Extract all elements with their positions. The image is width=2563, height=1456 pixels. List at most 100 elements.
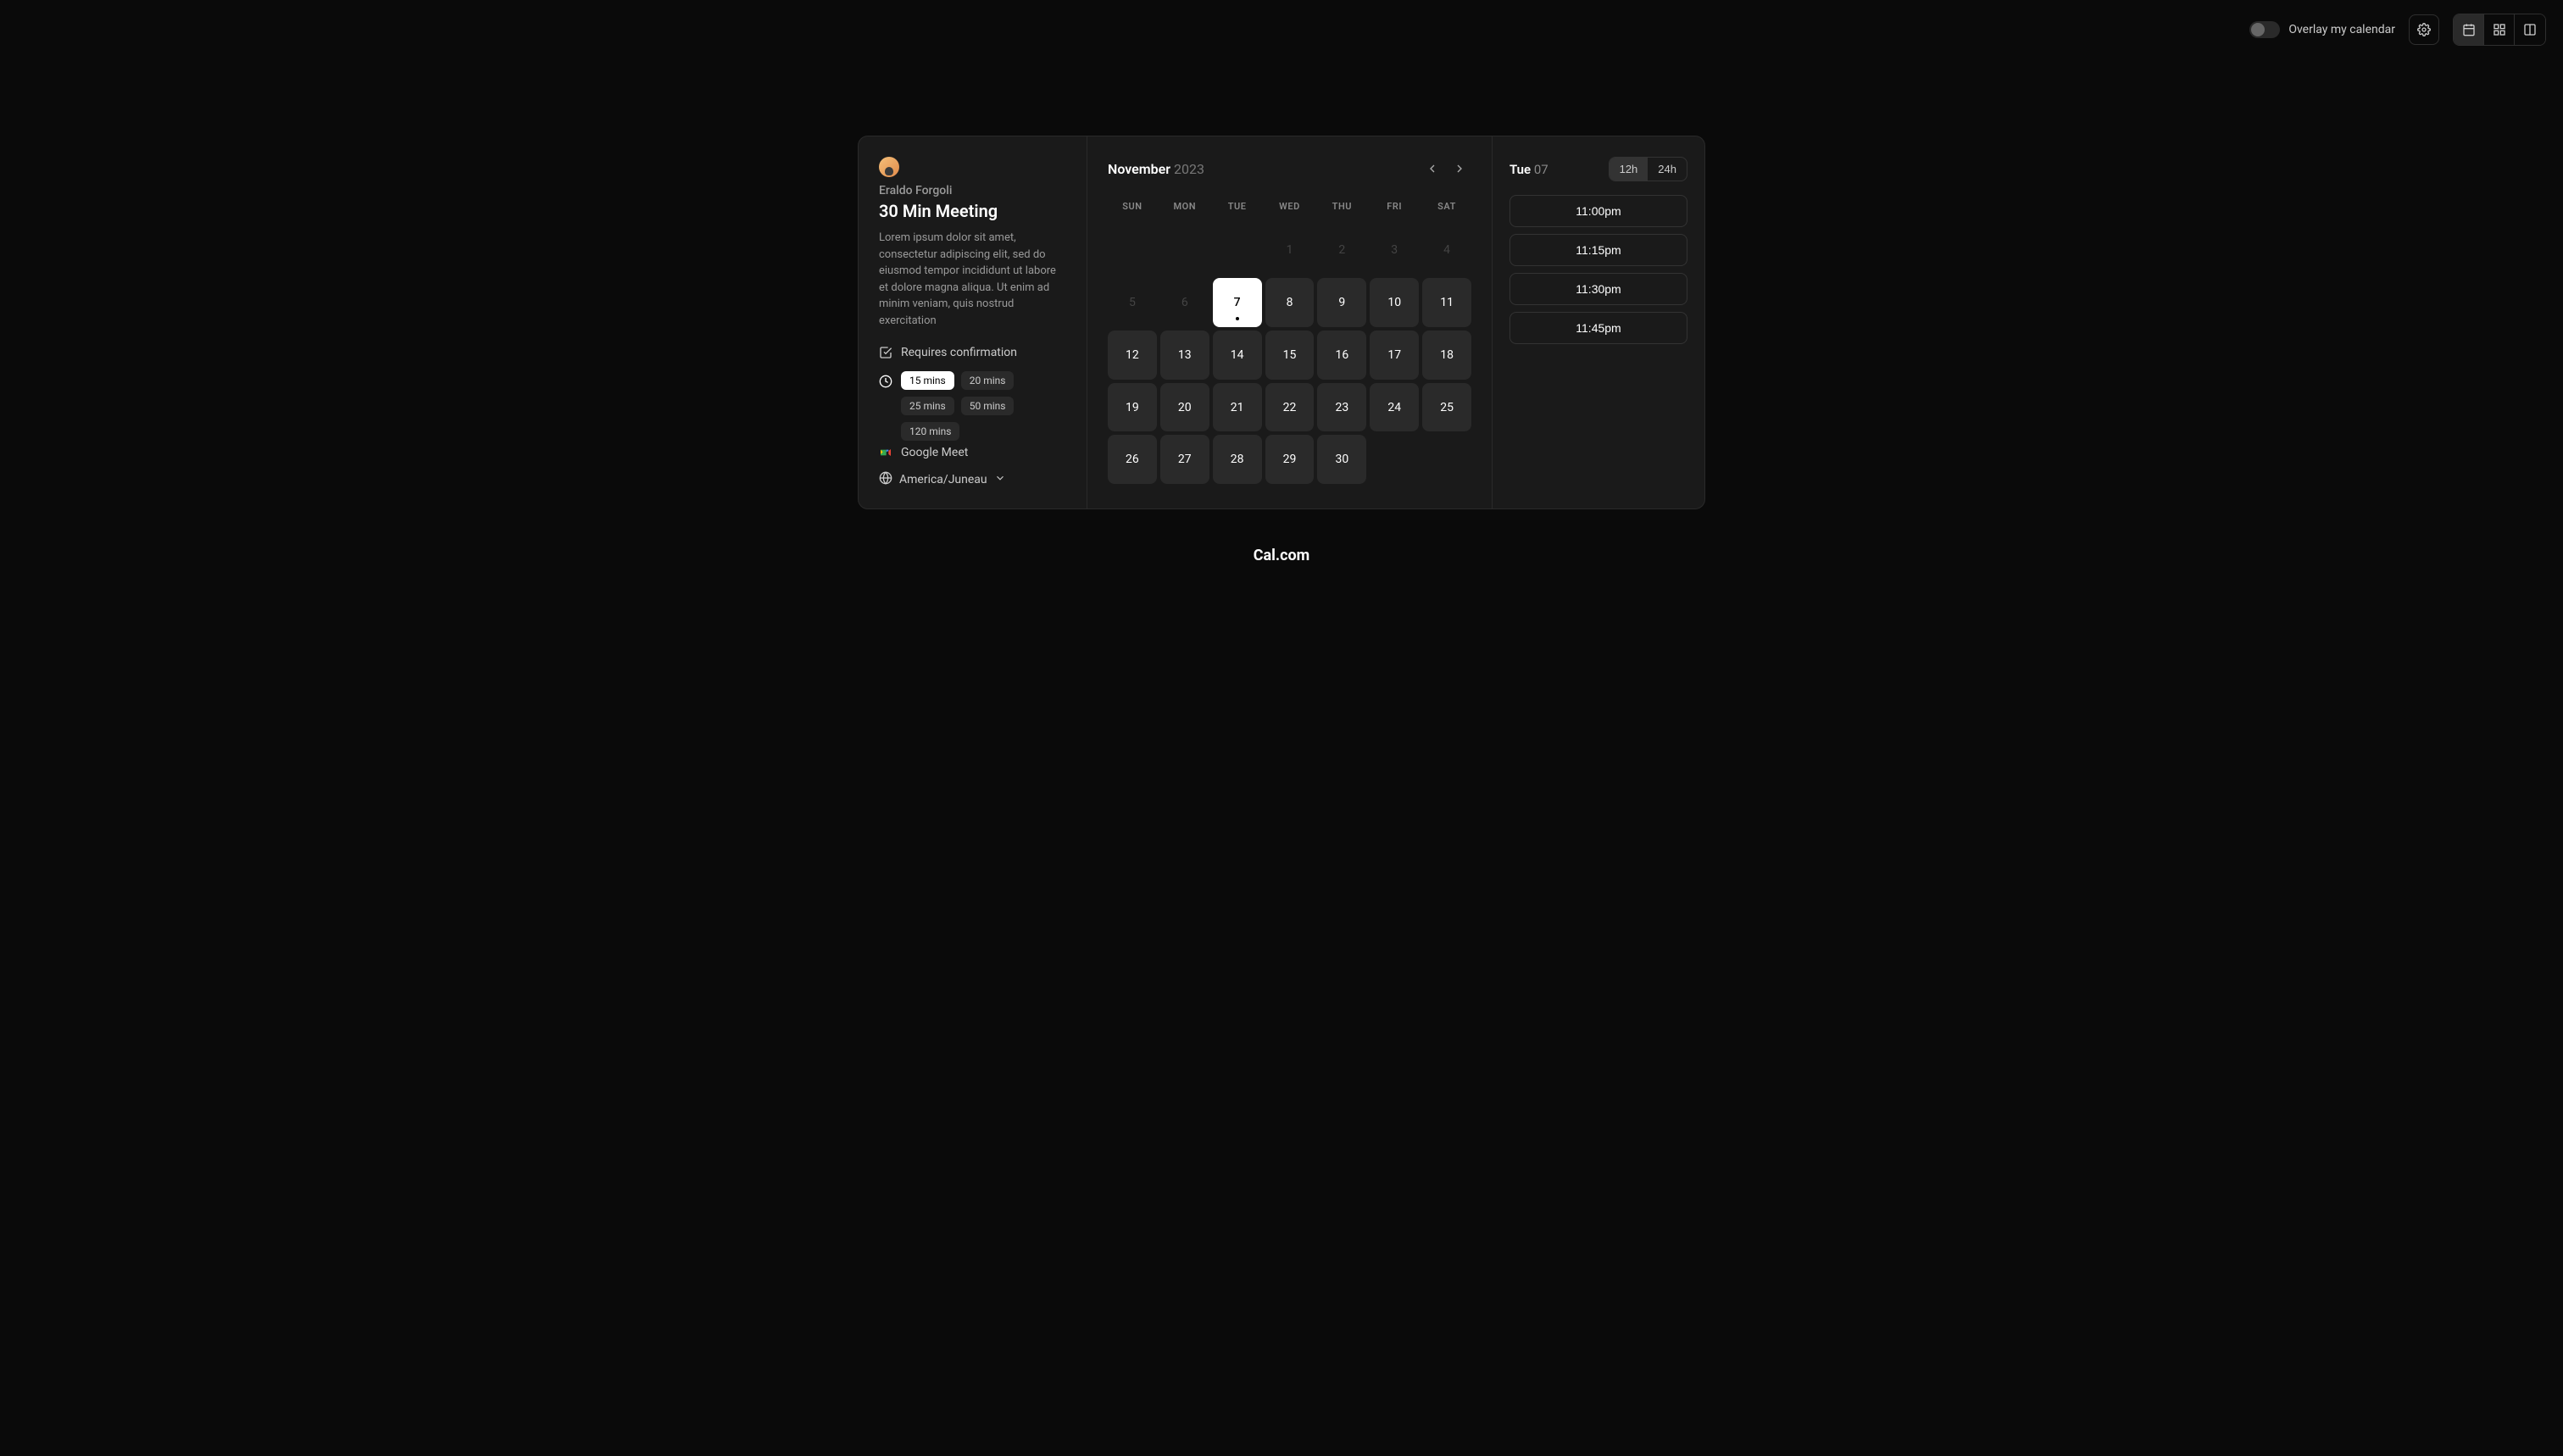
calendar-empty-cell (1213, 225, 1262, 275)
calendar-grid: SUNMONTUEWEDTHUFRISAT1234567891011121314… (1108, 194, 1471, 484)
calendar-empty-cell (1108, 225, 1157, 275)
calendar-day: 6 (1160, 278, 1209, 327)
calendar-day[interactable]: 10 (1370, 278, 1419, 327)
calendar-day[interactable]: 29 (1265, 435, 1315, 484)
meeting-info-pane: Eraldo Forgoli 30 Min Meeting Lorem ipsu… (859, 136, 1087, 508)
location-label: Google Meet (901, 446, 968, 459)
calendar-day[interactable]: 30 (1317, 435, 1366, 484)
day-of-week-header: WED (1265, 194, 1315, 222)
calendar-month: November (1108, 161, 1170, 177)
calendar-day[interactable]: 27 (1160, 435, 1209, 484)
selected-day-number: 07 (1534, 162, 1548, 177)
selected-day-name: Tue (1509, 162, 1531, 177)
clock-icon (879, 375, 892, 392)
calendar-day: 2 (1317, 225, 1366, 275)
calendar-day[interactable]: 26 (1108, 435, 1157, 484)
chevron-left-icon (1426, 162, 1439, 175)
columns-icon (2523, 23, 2537, 36)
duration-option[interactable]: 25 mins (901, 397, 954, 415)
duration-option[interactable]: 50 mins (961, 397, 1015, 415)
timezone-selector[interactable]: America/Juneau (879, 471, 1066, 488)
calendar-day[interactable]: 9 (1317, 278, 1366, 327)
calendar-day[interactable]: 17 (1370, 331, 1419, 380)
brand-logo: Cal.com (20, 547, 2543, 564)
day-of-week-header: MON (1160, 194, 1209, 222)
time-format-option[interactable]: 12h (1610, 158, 1648, 181)
day-of-week-header: SAT (1422, 194, 1471, 222)
requires-confirmation-label: Requires confirmation (901, 346, 1017, 359)
check-square-icon (879, 346, 892, 359)
google-meet-icon (879, 446, 892, 459)
calendar-empty-cell (1160, 225, 1209, 275)
calendar-day[interactable]: 12 (1108, 331, 1157, 380)
timeslot-option[interactable]: 11:15pm (1509, 234, 1687, 266)
requires-confirmation-row: Requires confirmation (879, 346, 1066, 359)
calendar-day: 4 (1422, 225, 1471, 275)
time-format-toggle: 12h24h (1609, 157, 1687, 181)
next-month-button[interactable] (1448, 157, 1471, 181)
gear-icon (2417, 23, 2431, 36)
view-calendar-button[interactable] (2454, 14, 2484, 45)
calendar-title: November 2023 (1108, 161, 1204, 177)
calendar-day[interactable]: 25 (1422, 383, 1471, 432)
view-switcher (2453, 14, 2546, 46)
calendar-day: 5 (1108, 278, 1157, 327)
calendar-day[interactable]: 22 (1265, 383, 1315, 432)
calendar-day[interactable]: 14 (1213, 331, 1262, 380)
timeslot-option[interactable]: 11:45pm (1509, 312, 1687, 344)
overlay-calendar-group: Overlay my calendar (2249, 21, 2395, 38)
timeslot-list: 11:00pm 11:15pm 11:30pm 11:45pm (1509, 195, 1687, 344)
calendar-day[interactable]: 11 (1422, 278, 1471, 327)
timeslot-option[interactable]: 11:30pm (1509, 273, 1687, 305)
day-of-week-header: SUN (1108, 194, 1157, 222)
calendar-icon (2462, 23, 2476, 36)
duration-options: 15 mins 20 mins 25 mins 50 mins120 mins (901, 371, 1066, 441)
day-of-week-header: THU (1317, 194, 1366, 222)
calendar-day[interactable]: 20 (1160, 383, 1209, 432)
settings-button[interactable] (2409, 14, 2439, 45)
meeting-description: Lorem ipsum dolor sit amet, consectetur … (879, 230, 1066, 329)
calendar-day[interactable]: 15 (1265, 331, 1315, 380)
main-content: Eraldo Forgoli 30 Min Meeting Lorem ipsu… (0, 59, 2563, 526)
overlay-calendar-toggle[interactable] (2249, 21, 2280, 38)
overlay-calendar-label: Overlay my calendar (2288, 23, 2395, 36)
calendar-header: November 2023 (1108, 157, 1471, 181)
calendar-day[interactable]: 16 (1317, 331, 1366, 380)
chevron-down-icon (994, 472, 1006, 487)
calendar-day[interactable]: 8 (1265, 278, 1315, 327)
calendar-nav (1420, 157, 1471, 181)
time-format-option[interactable]: 24h (1648, 158, 1687, 181)
calendar-day[interactable]: 7 (1213, 278, 1262, 327)
timeslot-option[interactable]: 11:00pm (1509, 195, 1687, 227)
timeslot-pane: Tue 07 12h24h 11:00pm 11:15pm 11:30pm 11:45… (1493, 136, 1704, 508)
footer: Cal.com (0, 526, 2563, 585)
view-grid-button[interactable] (2484, 14, 2515, 45)
view-columns-button[interactable] (2515, 14, 2545, 45)
calendar-day: 3 (1370, 225, 1419, 275)
calendar-day[interactable]: 13 (1160, 331, 1209, 380)
prev-month-button[interactable] (1420, 157, 1444, 181)
location-row: Google Meet (879, 446, 1066, 459)
booking-card: Eraldo Forgoli 30 Min Meeting Lorem ipsu… (858, 136, 1705, 509)
calendar-year: 2023 (1174, 161, 1204, 177)
calendar-day[interactable]: 19 (1108, 383, 1157, 432)
host-avatar (879, 157, 899, 177)
calendar-day[interactable]: 24 (1370, 383, 1419, 432)
calendar-day[interactable]: 18 (1422, 331, 1471, 380)
chevron-right-icon (1453, 162, 1466, 175)
day-of-week-header: FRI (1370, 194, 1419, 222)
grid-icon (2493, 23, 2506, 36)
duration-row: 15 mins 20 mins 25 mins 50 mins120 mins (879, 371, 1066, 441)
calendar-day[interactable]: 23 (1317, 383, 1366, 432)
meeting-title: 30 Min Meeting (879, 201, 1066, 221)
duration-option[interactable]: 20 mins (961, 371, 1015, 390)
calendar-day[interactable]: 21 (1213, 383, 1262, 432)
calendar-day: 1 (1265, 225, 1315, 275)
calendar-day[interactable]: 28 (1213, 435, 1262, 484)
day-of-week-header: TUE (1213, 194, 1262, 222)
timezone-label: America/Juneau (899, 473, 987, 486)
duration-option[interactable]: 120 mins (901, 422, 959, 441)
host-name: Eraldo Forgoli (879, 184, 1066, 197)
duration-option[interactable]: 15 mins (901, 371, 954, 390)
selected-date-label: Tue 07 (1509, 162, 1548, 177)
